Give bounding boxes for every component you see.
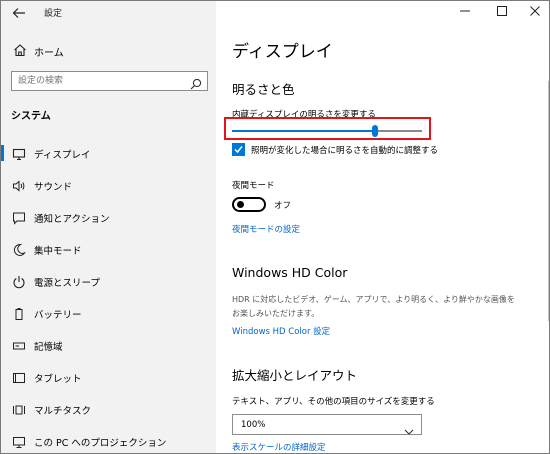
tablet-icon bbox=[12, 370, 26, 384]
sidebar-item-label: 記憶域 bbox=[34, 342, 63, 353]
sidebar-item-label: ディスプレイ bbox=[34, 150, 91, 161]
back-arrow-icon[interactable] bbox=[9, 3, 29, 23]
moon-icon bbox=[12, 242, 26, 256]
sidebar-item-label: タブレット bbox=[34, 374, 82, 385]
search-box[interactable] bbox=[11, 71, 208, 91]
hdr-heading: Windows HD Color bbox=[232, 265, 348, 280]
home-icon bbox=[13, 42, 27, 57]
section-title: システム bbox=[11, 111, 51, 122]
display-icon bbox=[12, 146, 26, 161]
sidebar-item-label: この PC へのプロジェクション bbox=[34, 438, 167, 449]
sidebar-item-label: マルチタスク bbox=[34, 406, 92, 417]
hdr-description: HDR に対応したビデオ、ゲーム、アプリで、より明るく、より鮮やかな画像をお楽し… bbox=[232, 295, 515, 318]
sidebar-item-label: 通知とアクション bbox=[34, 214, 110, 225]
sidebar: 設定 ホーム システム ディスプレイ サウン bbox=[1, 1, 216, 453]
toggle-knob bbox=[237, 201, 244, 208]
sidebar-item-tablet[interactable]: タブレット bbox=[1, 365, 216, 389]
sidebar-item-label: 集中モード bbox=[34, 246, 82, 257]
selection-indicator bbox=[1, 145, 4, 161]
main-content: ディスプレイ 明るさと色 内蔵ディスプレイの明るさを変更する 照明が変化した場合… bbox=[216, 1, 549, 453]
brightness-heading: 明るさと色 bbox=[232, 82, 295, 97]
app-title: 設定 bbox=[44, 9, 63, 19]
sidebar-item-label: ホーム bbox=[34, 48, 64, 59]
chevron-down-icon bbox=[404, 421, 414, 435]
sidebar-item-battery[interactable]: バッテリー bbox=[1, 301, 216, 325]
projection-icon bbox=[12, 434, 26, 448]
scale-label: テキスト、アプリ、その他の項目のサイズを変更する bbox=[232, 397, 435, 407]
scale-selected-value: 100% bbox=[241, 420, 266, 430]
search-icon[interactable] bbox=[190, 75, 202, 90]
night-mode-label: 夜間モード bbox=[232, 181, 275, 191]
sidebar-item-label: サウンド bbox=[34, 182, 73, 193]
auto-brightness-label: 照明が変化した場合に明るさを自動的に調整する bbox=[251, 146, 439, 156]
sidebar-item-home[interactable]: ホーム bbox=[1, 39, 216, 61]
sidebar-item-power[interactable]: 電源とスリープ bbox=[1, 269, 216, 293]
hdr-settings-link[interactable]: Windows HD Color 設定 bbox=[232, 325, 330, 337]
scale-heading: 拡大縮小とレイアウト bbox=[232, 368, 358, 383]
power-icon bbox=[12, 274, 26, 289]
notification-icon bbox=[12, 210, 26, 225]
multitask-icon bbox=[12, 402, 26, 416]
night-mode-state: オフ bbox=[274, 201, 292, 211]
search-input[interactable] bbox=[12, 72, 187, 90]
highlight-annotation bbox=[224, 117, 431, 140]
sidebar-item-notifications[interactable]: 通知とアクション bbox=[1, 205, 216, 229]
page-title: ディスプレイ bbox=[232, 42, 333, 62]
settings-window: 設定 ホーム システム ディスプレイ サウン bbox=[0, 0, 550, 454]
auto-brightness-checkbox[interactable] bbox=[232, 143, 245, 156]
close-icon[interactable] bbox=[520, 4, 549, 22]
night-mode-settings-link[interactable]: 夜間モードの設定 bbox=[232, 223, 300, 235]
storage-icon bbox=[12, 338, 26, 352]
sidebar-item-label: バッテリー bbox=[34, 310, 82, 321]
sidebar-item-display[interactable]: ディスプレイ bbox=[1, 141, 216, 165]
sidebar-item-storage[interactable]: 記憶域 bbox=[1, 333, 216, 357]
sidebar-item-projection[interactable]: この PC へのプロジェクション bbox=[1, 429, 216, 453]
sidebar-item-label: 電源とスリープ bbox=[34, 278, 100, 289]
maximize-icon[interactable] bbox=[487, 4, 517, 22]
sidebar-item-multitask[interactable]: マルチタスク bbox=[1, 397, 216, 421]
sidebar-item-sound[interactable]: サウンド bbox=[1, 173, 216, 197]
advanced-scale-link[interactable]: 表示スケールの詳細設定 bbox=[232, 441, 326, 453]
sidebar-item-focus[interactable]: 集中モード bbox=[1, 237, 216, 261]
speaker-icon bbox=[12, 178, 26, 192]
battery-icon bbox=[12, 306, 26, 320]
scale-dropdown[interactable]: 100% bbox=[232, 414, 422, 435]
title-bar-left: 設定 bbox=[1, 1, 216, 25]
minimize-icon[interactable] bbox=[450, 4, 480, 22]
night-mode-toggle[interactable] bbox=[232, 197, 266, 212]
